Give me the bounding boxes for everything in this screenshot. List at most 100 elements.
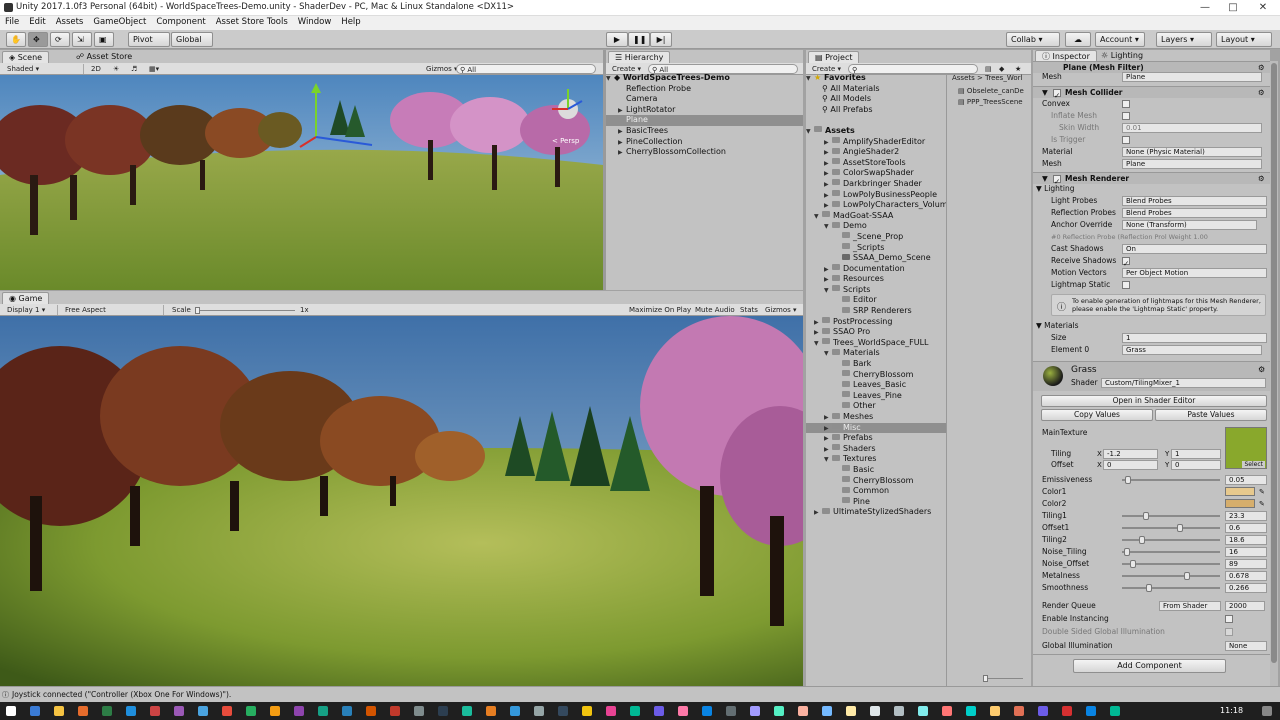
effects-dropdown-icon[interactable]: ▦▾ xyxy=(146,64,162,74)
pivot-button[interactable]: Pivot xyxy=(128,32,170,47)
windows-start-icon[interactable] xyxy=(6,706,16,716)
taskbar-app-icon[interactable] xyxy=(846,706,856,716)
offset-x-field[interactable]: 0 xyxy=(1103,460,1158,470)
anchor-override-field[interactable]: None (Transform) xyxy=(1122,220,1257,230)
play-button[interactable]: ▶ xyxy=(606,32,628,47)
maximize-button[interactable]: □ xyxy=(1216,0,1250,16)
mesh-collider-header[interactable]: ▼ ✓ Mesh Collider ⚙ xyxy=(1033,86,1270,100)
project-folder[interactable]: ▶ Misc xyxy=(806,422,946,434)
taskbar-app-icon[interactable] xyxy=(702,706,712,716)
motion-vectors-dropdown[interactable]: Per Object Motion xyxy=(1122,268,1267,278)
layers-button[interactable]: Layers ▾ xyxy=(1156,32,1212,47)
taskbar-app-icon[interactable] xyxy=(126,706,136,716)
project-folder[interactable]: _Scripts xyxy=(806,243,946,254)
menu-asset-store-tools[interactable]: Asset Store Tools xyxy=(211,16,293,27)
project-folder[interactable]: ▼ Textures xyxy=(806,454,946,465)
property-slider[interactable] xyxy=(1122,548,1220,556)
taskbar-app-icon[interactable] xyxy=(342,706,352,716)
taskbar-app-icon[interactable] xyxy=(78,706,88,716)
project-folder[interactable]: ▶ AmplifyShaderEditor xyxy=(806,137,946,148)
project-folder[interactable]: CherryBlossom xyxy=(806,476,946,487)
physic-material-field[interactable]: None (Physic Material) xyxy=(1122,147,1262,157)
taskbar-app-icon[interactable] xyxy=(366,706,376,716)
property-slider[interactable] xyxy=(1122,572,1220,580)
tab-asset-store[interactable]: ☍ Asset Store xyxy=(70,51,138,63)
taskbar-app-icon[interactable] xyxy=(894,706,904,716)
status-message[interactable]: Joystick connected ("Controller (Xbox On… xyxy=(12,690,231,699)
material-header[interactable]: Grass Shader Custom/TilingMixer_1 ⚙ xyxy=(1033,361,1270,391)
inspector-scrollbar[interactable] xyxy=(1270,61,1278,686)
scale-slider[interactable] xyxy=(195,307,295,314)
hand-tool-button[interactable]: ✋ xyxy=(6,32,26,47)
global-button[interactable]: Global xyxy=(171,32,213,47)
favorite-item[interactable]: ⚲ All Materials xyxy=(806,84,946,95)
property-slider[interactable] xyxy=(1122,476,1220,484)
project-folder[interactable]: ▶ Documentation xyxy=(806,264,946,275)
project-folder[interactable]: ▶ Darkbringer Shader xyxy=(806,179,946,190)
game-viewport[interactable] xyxy=(0,316,803,686)
menu-component[interactable]: Component xyxy=(151,16,210,27)
2d-toggle[interactable]: 2D xyxy=(88,64,104,74)
project-folder[interactable]: ▼ Scripts xyxy=(806,285,946,296)
taskbar-app-icon[interactable] xyxy=(270,706,280,716)
taskbar-app-icon[interactable] xyxy=(1038,706,1048,716)
move-tool-button[interactable]: ✥ xyxy=(28,32,48,47)
taskbar-app-icon[interactable] xyxy=(798,706,808,716)
menu-window[interactable]: Window xyxy=(293,16,337,27)
project-folder[interactable]: Leaves_Pine xyxy=(806,391,946,402)
layout-button[interactable]: Layout ▾ xyxy=(1216,32,1272,47)
hierarchy-item[interactable]: ▶ PineCollection xyxy=(606,137,803,148)
taskbar-app-icon[interactable] xyxy=(1086,706,1096,716)
property-slider[interactable] xyxy=(1122,512,1220,520)
hierarchy-item-selected[interactable]: Plane xyxy=(606,115,803,126)
menu-assets[interactable]: Assets xyxy=(51,16,89,27)
taskbar-app-icon[interactable] xyxy=(1110,706,1120,716)
collider-mesh-field[interactable]: Plane xyxy=(1122,159,1262,169)
display-dropdown[interactable]: Display 1 ▾ xyxy=(4,305,58,315)
project-folder[interactable]: ▶ ColorSwapShader xyxy=(806,168,946,179)
property-value-field[interactable]: 23.3 xyxy=(1225,511,1267,521)
tiling-y-field[interactable]: 1 xyxy=(1171,449,1221,459)
taskbar-app-icon[interactable] xyxy=(870,706,880,716)
favorites-header[interactable]: ▼ ★ Favorites xyxy=(806,73,946,84)
hierarchy-item[interactable]: ▶ LightRotator xyxy=(606,105,803,116)
convex-checkbox[interactable] xyxy=(1122,100,1130,108)
taskbar-app-icon[interactable] xyxy=(510,706,520,716)
collab-button[interactable]: Collab ▾ xyxy=(1006,32,1060,47)
project-folder[interactable]: ▼ Materials xyxy=(806,348,946,359)
copy-values-button[interactable]: Copy Values xyxy=(1041,409,1153,421)
persp-label[interactable]: < Persp xyxy=(552,137,580,145)
project-folder[interactable]: ▶ PostProcessing xyxy=(806,317,946,328)
hierarchy-item[interactable]: ▶ BasicTrees xyxy=(606,126,803,137)
taskbar-app-icon[interactable] xyxy=(750,706,760,716)
taskbar-app-icon[interactable] xyxy=(654,706,664,716)
menu-edit[interactable]: Edit xyxy=(24,16,50,27)
rotate-tool-button[interactable]: ⟳ xyxy=(50,32,70,47)
taskbar-app-icon[interactable] xyxy=(966,706,976,716)
scene-viewport[interactable]: < Persp xyxy=(0,75,603,290)
property-value-field[interactable]: 89 xyxy=(1225,559,1267,569)
project-folder[interactable]: Other xyxy=(806,401,946,412)
assets-root[interactable]: ▼ Assets xyxy=(806,126,946,137)
property-slider[interactable] xyxy=(1122,524,1220,532)
project-folder[interactable]: ▼ MadGoat-SSAA xyxy=(806,211,946,222)
render-queue-field[interactable]: 2000 xyxy=(1225,601,1265,611)
project-folder[interactable]: Pine xyxy=(806,497,946,508)
hierarchy-item[interactable]: ▶ CherryBlossomCollection xyxy=(606,147,803,158)
project-folder[interactable]: ▶ Prefabs xyxy=(806,433,946,444)
cast-shadows-dropdown[interactable]: On xyxy=(1122,244,1267,254)
scene-search-input[interactable]: ⚲ All xyxy=(456,64,596,74)
taskbar-app-icon[interactable] xyxy=(414,706,424,716)
tab-scene[interactable]: ◈ Scene xyxy=(2,51,50,63)
taskbar-app-icon[interactable] xyxy=(918,706,928,716)
taskbar-app-icon[interactable] xyxy=(318,706,328,716)
project-folder[interactable]: Leaves_Basic xyxy=(806,380,946,391)
taskbar-app-icon[interactable] xyxy=(822,706,832,716)
lightmap-static-checkbox[interactable] xyxy=(1122,281,1130,289)
taskbar-app-icon[interactable] xyxy=(534,706,544,716)
expand-arrow-icon[interactable]: ▶ xyxy=(814,508,822,518)
property-value-field[interactable]: 16 xyxy=(1225,547,1267,557)
menu-help[interactable]: Help xyxy=(336,16,365,27)
receive-shadows-checkbox[interactable]: ✓ xyxy=(1122,257,1130,268)
property-value-field[interactable]: 0.05 xyxy=(1225,475,1267,485)
